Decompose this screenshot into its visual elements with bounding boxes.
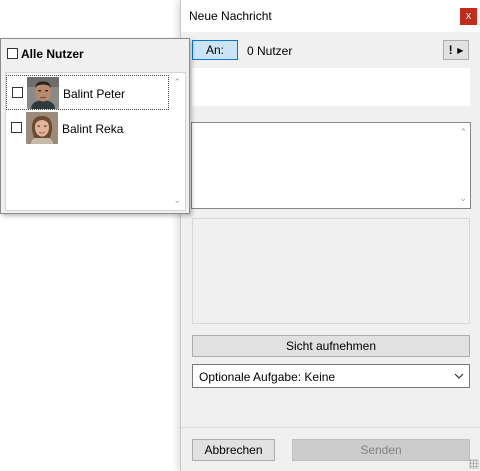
avatar	[26, 112, 58, 144]
close-button[interactable]: x	[460, 8, 477, 25]
cancel-button[interactable]: Abbrechen	[192, 439, 275, 461]
title-bar: Neue Nachricht x	[181, 0, 480, 32]
avatar	[27, 77, 59, 109]
all-users-label[interactable]: Alle Nutzer	[21, 47, 84, 61]
new-message-dialog: Neue Nachricht x An: 0 Nutzer ! ▶ ⌃ ⌄ Si…	[180, 0, 480, 471]
view-preview-area	[192, 218, 470, 324]
optional-task-select[interactable]: Optionale Aufgabe: Keine	[192, 364, 470, 388]
chevron-down-icon	[454, 373, 464, 379]
user-checkbox[interactable]	[12, 87, 23, 98]
resize-grip-icon[interactable]	[469, 459, 479, 469]
scroll-up-icon[interactable]: ⌃	[173, 77, 181, 88]
footer-divider	[181, 427, 480, 428]
recipients-field[interactable]	[192, 68, 470, 106]
scroll-down-icon[interactable]: ⌄	[173, 195, 181, 206]
priority-menu-button[interactable]: ! ▶	[443, 40, 469, 60]
list-item[interactable]: Balint Peter	[6, 75, 169, 110]
exclamation-icon: !	[448, 43, 453, 57]
scroll-up-icon[interactable]: ⌃	[459, 127, 467, 138]
user-picker-popup: Alle Nutzer Balint Peter Balint Reka ⌃ ⌄	[0, 38, 190, 214]
recipient-count: 0 Nutzer	[247, 44, 293, 58]
task-select-value: Optionale Aufgabe: Keine	[199, 370, 336, 384]
window-title: Neue Nachricht	[189, 9, 272, 23]
list-item[interactable]: Balint Reka	[6, 111, 169, 146]
message-textarea[interactable]: ⌃ ⌄	[191, 122, 471, 209]
to-button[interactable]: An:	[192, 40, 238, 60]
all-users-checkbox[interactable]	[7, 48, 18, 59]
scroll-down-icon[interactable]: ⌄	[459, 193, 467, 204]
capture-view-button[interactable]: Sicht aufnehmen	[192, 335, 470, 357]
user-checkbox[interactable]	[11, 122, 22, 133]
send-button[interactable]: Senden	[292, 439, 470, 461]
triangle-right-icon: ▶	[457, 45, 464, 55]
close-icon: x	[465, 10, 472, 22]
user-list: Balint Peter Balint Reka ⌃ ⌄	[5, 72, 186, 211]
user-name: Balint Peter	[63, 87, 126, 101]
user-name: Balint Reka	[62, 122, 124, 136]
